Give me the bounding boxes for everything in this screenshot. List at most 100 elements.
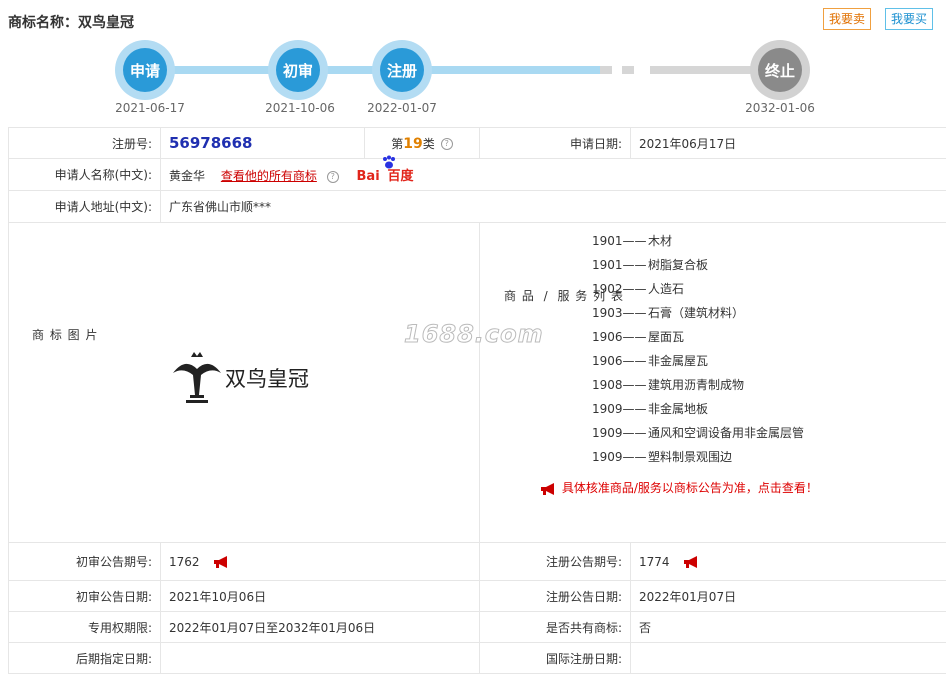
reg-pub-no-cell: 1774 — [631, 543, 946, 581]
class-cell: 第19类? — [365, 128, 480, 159]
progress-track-gap-1 — [600, 66, 612, 74]
prelim-date-value: 2021年10月06日 — [161, 581, 480, 612]
progress-track-gap-2 — [622, 66, 634, 74]
progress-track-done — [140, 66, 600, 74]
goods-code: 1906—— — [592, 349, 648, 373]
row-prelim-date: 初审公告日期: 2021年10月06日 注册公告日期: 2022年01月07日 — [9, 581, 946, 612]
megaphone-icon — [540, 483, 558, 495]
reg-no-value: 56978668 — [169, 134, 253, 152]
goods-name: 非金属地板 — [648, 402, 708, 416]
goods-notice-link[interactable]: 具体核准商品/服务以商标公告为准，点击查看！ — [540, 479, 818, 496]
step-apply: 申请 — [115, 40, 175, 100]
goods-code: 1902—— — [592, 277, 648, 301]
apply-date-label: 申请日期: — [480, 128, 631, 159]
row-reg-no: 注册号: 56978668 第19类? 申请日期: 2021年06月17日 — [9, 128, 946, 159]
list-item: 1909——塑料制景观围边 — [592, 445, 804, 469]
applicant-value: 黄金华 — [169, 169, 205, 183]
class-number: 19 — [403, 136, 422, 152]
class-prefix: 第 — [391, 137, 403, 151]
step-apply-date: 2021-06-17 — [105, 101, 195, 115]
goods-notice-text: 具体核准商品/服务以商标公告为准，点击查看！ — [562, 481, 818, 495]
step-register-date: 2022-01-07 — [357, 101, 447, 115]
step-end-label: 终止 — [758, 48, 802, 92]
goods-cell: 商 品 / 服 务 列 表 1901——木材 1901——树脂复合板 1902—… — [480, 223, 946, 543]
goods-code: 1908—— — [592, 373, 648, 397]
sell-button[interactable]: 我要卖 — [823, 8, 871, 30]
address-label: 申请人地址(中文): — [9, 191, 161, 223]
prelim-no-cell: 1762 — [161, 543, 480, 581]
image-vertical-label: 商 标 图 片 — [31, 320, 98, 350]
goods-label-char: 务 — [574, 285, 588, 307]
step-prelim-label: 初审 — [276, 48, 320, 92]
goods-code: 1901—— — [592, 253, 648, 277]
goods-list: 1901——木材 1901——树脂复合板 1902——人造石 1903——石膏（… — [592, 229, 804, 469]
step-prelim-date: 2021-10-06 — [255, 101, 345, 115]
address-value: 广东省佛山市顺*** — [161, 191, 946, 223]
step-apply-label: 申请 — [123, 48, 167, 92]
logo-text: 双鸟皇冠 — [225, 363, 309, 393]
list-item: 1908——建筑用沥青制成物 — [592, 373, 804, 397]
goods-name: 树脂复合板 — [648, 258, 708, 272]
goods-label-char: 服 — [556, 285, 570, 307]
reg-pub-no-label: 注册公告期号: — [480, 543, 631, 581]
list-item: 1901——树脂复合板 — [592, 253, 804, 277]
trademark-image-cell: 商 标 图 片 双鸟皇冠 — [9, 223, 480, 543]
step-prelim: 初审 — [268, 40, 328, 100]
reg-no-label: 注册号: — [9, 128, 161, 159]
row-prelim-no: 初审公告期号: 1762 注册公告期号: 1774 — [9, 543, 946, 581]
trademark-info-table: 注册号: 56978668 第19类? 申请日期: 2021年06月17日 申请… — [8, 127, 946, 674]
goods-name: 木材 — [648, 234, 672, 248]
prelim-no-value: 1762 — [169, 555, 200, 569]
reg-no-cell: 56978668 — [161, 128, 365, 159]
list-item: 1906——屋面瓦 — [592, 325, 804, 349]
step-end: 终止 — [750, 40, 810, 100]
applicant-trademarks-link[interactable]: 查看他的所有商标 — [221, 169, 317, 183]
baidu-paw-icon — [381, 155, 397, 171]
list-item: 1902——人造石 — [592, 277, 804, 301]
goods-name: 石膏（建筑材料） — [648, 306, 744, 320]
applicant-label: 申请人名称(中文): — [9, 159, 161, 191]
reg-pub-date-label: 注册公告日期: — [480, 581, 631, 612]
list-item: 1906——非金属屋瓦 — [592, 349, 804, 373]
buy-button[interactable]: 我要买 — [885, 8, 933, 30]
image-label-char: 商 — [31, 320, 45, 350]
row-image-goods: 商 标 图 片 双鸟皇冠 商 品 / 服 务 — [9, 223, 946, 543]
list-item: 1909——通风和空调设备用非金属层管 — [592, 421, 804, 445]
step-register-label: 注册 — [380, 48, 424, 92]
goods-name: 屋面瓦 — [648, 330, 684, 344]
row-period: 专用权期限: 2022年01月07日至2032年01月06日 是否共有商标: 否 — [9, 612, 946, 643]
goods-label-char: / — [539, 285, 553, 307]
goods-code: 1906—— — [592, 325, 648, 349]
row-address: 申请人地址(中文): 广东省佛山市顺*** — [9, 191, 946, 223]
shared-value: 否 — [631, 612, 946, 643]
shared-label: 是否共有商标: — [480, 612, 631, 643]
image-label-char: 标 — [49, 320, 63, 350]
list-item: 1903——石膏（建筑材料） — [592, 301, 804, 325]
goods-code: 1909—— — [592, 421, 648, 445]
goods-code: 1903—— — [592, 301, 648, 325]
baidu-logo-text: Bai — [357, 169, 380, 184]
prelim-date-label: 初审公告日期: — [9, 581, 161, 612]
step-end-date: 2032-01-06 — [735, 101, 825, 115]
list-item: 1909——非金属地板 — [592, 397, 804, 421]
image-label-char: 片 — [84, 320, 98, 350]
period-value: 2022年01月07日至2032年01月06日 — [161, 612, 480, 643]
step-register: 注册 — [372, 40, 432, 100]
list-item: 1901——木材 — [592, 229, 804, 253]
goods-code: 1909—— — [592, 397, 648, 421]
megaphone-icon[interactable] — [213, 556, 231, 568]
crown-bird-logo-icon — [171, 351, 223, 405]
goods-code: 1901—— — [592, 229, 648, 253]
reg-pub-date-value: 2022年01月07日 — [631, 581, 946, 612]
goods-name: 人造石 — [648, 282, 684, 296]
reg-pub-no-value: 1774 — [639, 555, 670, 569]
row-applicant: 申请人名称(中文): 黄金华 查看他的所有商标 ? Bai 百度 — [9, 159, 946, 191]
help-icon[interactable]: ? — [441, 138, 453, 150]
baidu-search-button[interactable]: Bai 百度 — [357, 165, 414, 184]
goods-name: 通风和空调设备用非金属层管 — [648, 426, 804, 440]
help-icon[interactable]: ? — [327, 171, 339, 183]
image-label-char: 图 — [67, 320, 81, 350]
megaphone-icon[interactable] — [683, 556, 701, 568]
baidu-logo-cn: 百度 — [387, 169, 413, 184]
apply-date-value: 2021年06月17日 — [631, 128, 946, 159]
